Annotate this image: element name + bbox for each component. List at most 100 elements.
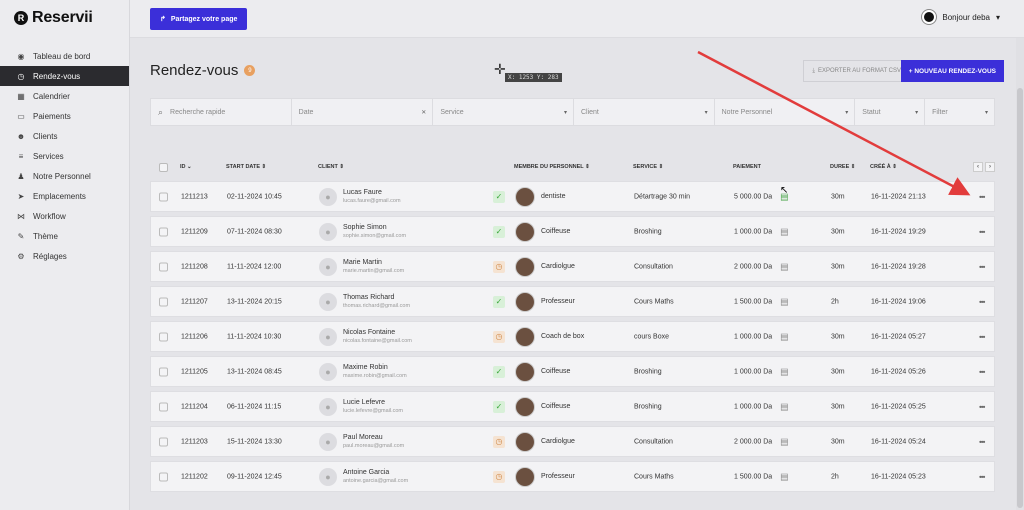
sidebar-item-tableau-de-bord[interactable]: ◉ Tableau de bord xyxy=(0,46,129,66)
row-checkbox[interactable] xyxy=(159,437,168,446)
date-filter[interactable]: Date ✕ xyxy=(292,99,434,125)
cell-client[interactable]: ● Lucas Faure lucas.faure@gmail.com xyxy=(319,187,401,206)
more-options-icon[interactable]: ••• xyxy=(979,367,985,376)
status-confirmed-icon[interactable]: ✓ xyxy=(493,365,505,378)
sidebar-item-notre-personnel[interactable]: ♟ Notre Personnel xyxy=(0,166,129,186)
invoice-icon[interactable]: ▤ xyxy=(780,436,789,447)
sidebar-item-th-me[interactable]: ✎ Thème xyxy=(0,226,129,246)
row-checkbox[interactable] xyxy=(159,472,168,481)
sidebar-item-paiements[interactable]: ▭ Paiements xyxy=(0,106,129,126)
more-options-icon[interactable]: ••• xyxy=(979,472,985,481)
more-options-icon[interactable]: ••• xyxy=(979,192,985,201)
header-start-date[interactable]: START DATE ⇕ xyxy=(226,164,266,170)
cell-staff[interactable]: Professeur xyxy=(515,466,575,487)
sidebar-item-emplacements[interactable]: ➤ Emplacements xyxy=(0,186,129,206)
table-row[interactable]: 1211204 06-11-2024 11:15 ● Lucie Lefevre… xyxy=(150,391,995,422)
search-input[interactable]: ⌕ Recherche rapide xyxy=(151,99,292,125)
cell-staff[interactable]: dentiste xyxy=(515,186,566,207)
mouse-cursor-icon: ↖ xyxy=(780,185,789,196)
table-row[interactable]: 1211202 09-11-2024 12:45 ● Antoine Garci… xyxy=(150,461,995,492)
sidebar-item-calendrier[interactable]: ▦ Calendrier xyxy=(0,86,129,106)
service-filter[interactable]: Service ▾ xyxy=(433,99,574,125)
clear-icon[interactable]: ✕ xyxy=(421,109,426,116)
client-filter[interactable]: Client ▾ xyxy=(574,99,715,125)
header-id[interactable]: ID ⌄ xyxy=(180,164,192,170)
sidebar-item-clients[interactable]: ☻ Clients xyxy=(0,126,129,146)
sidebar-item-services[interactable]: ≡ Services xyxy=(0,146,129,166)
header-created[interactable]: CRÉÉ À ⇕ xyxy=(870,164,897,170)
invoice-icon[interactable]: ▤ xyxy=(780,296,789,307)
status-filter[interactable]: Statut ▾ xyxy=(855,99,926,125)
table-row[interactable]: 1211206 11-11-2024 10:30 ● Nicolas Fonta… xyxy=(150,321,995,352)
status-pending-icon[interactable]: ◷ xyxy=(493,435,505,448)
cell-staff[interactable]: Coach de box xyxy=(515,326,584,347)
more-options-icon[interactable]: ••• xyxy=(979,227,985,236)
table-row[interactable]: 1211207 13-11-2024 20:15 ● Thomas Richar… xyxy=(150,286,995,317)
invoice-icon[interactable]: ▤ xyxy=(780,226,789,237)
row-checkbox[interactable] xyxy=(159,192,168,201)
row-checkbox[interactable] xyxy=(159,402,168,411)
sidebar-item-workflow[interactable]: ⋈ Workflow xyxy=(0,206,129,226)
header-staff[interactable]: MEMBRE DU PERSONNEL ⇕ xyxy=(514,164,590,170)
cell-staff[interactable]: Coiffeuse xyxy=(515,221,570,242)
row-checkbox[interactable] xyxy=(159,297,168,306)
status-pending-icon[interactable]: ◷ xyxy=(493,260,505,273)
cell-staff[interactable]: Cardiolgue xyxy=(515,256,575,277)
cell-staff[interactable]: Cardiolgue xyxy=(515,431,575,452)
more-options-icon[interactable]: ••• xyxy=(979,332,985,341)
cell-client[interactable]: ● Sophie Simon sophie.simon@gmail.com xyxy=(319,222,406,241)
cell-client[interactable]: ● Paul Moreau paul.moreau@gmail.com xyxy=(319,432,404,451)
cell-client[interactable]: ● Thomas Richard thomas.richard@gmail.co… xyxy=(319,292,410,311)
invoice-icon[interactable]: ▤ xyxy=(780,366,789,377)
scrollbar[interactable] xyxy=(1016,38,1024,510)
row-checkbox[interactable] xyxy=(159,332,168,341)
row-checkbox[interactable] xyxy=(159,227,168,236)
cell-staff[interactable]: Coiffeuse xyxy=(515,396,570,417)
staff-filter[interactable]: Notre Personnel ▾ xyxy=(715,99,856,125)
logo[interactable]: R Reservii xyxy=(0,0,129,36)
cell-client[interactable]: ● Marie Martin marie.martin@gmail.com xyxy=(319,257,404,276)
sidebar-item-r-glages[interactable]: ⚙ Réglages xyxy=(0,246,129,266)
export-csv-button[interactable]: ⤓ EXPORTER AU FORMAT CSV xyxy=(803,60,910,82)
sidebar-item-rendez-vous[interactable]: ◷ Rendez-vous xyxy=(0,66,129,86)
user-menu[interactable]: Bonjour deba ▾ xyxy=(922,10,1000,24)
status-confirmed-icon[interactable]: ✓ xyxy=(493,225,505,238)
invoice-icon[interactable]: ▤ xyxy=(780,331,789,342)
table-row[interactable]: 1211209 07-11-2024 08:30 ● Sophie Simon … xyxy=(150,216,995,247)
invoice-icon[interactable]: ▤ xyxy=(780,401,789,412)
more-options-icon[interactable]: ••• xyxy=(979,262,985,271)
status-pending-icon[interactable]: ◷ xyxy=(493,470,505,483)
cell-staff[interactable]: Coiffeuse xyxy=(515,361,570,382)
more-options-icon[interactable]: ••• xyxy=(979,437,985,446)
cell-staff[interactable]: Professeur xyxy=(515,291,575,312)
chevron-right-icon[interactable]: › xyxy=(985,162,995,172)
status-confirmed-icon[interactable]: ✓ xyxy=(493,295,505,308)
invoice-icon[interactable]: ▤ xyxy=(780,261,789,272)
cell-client[interactable]: ● Nicolas Fontaine nicolas.fontaine@gmai… xyxy=(319,327,412,346)
share-page-button[interactable]: ↱ Partagez votre page xyxy=(150,8,248,30)
invoice-icon[interactable]: ▤ xyxy=(780,471,789,482)
payment-amount: 2 000.00 Da xyxy=(734,263,773,270)
row-checkbox[interactable] xyxy=(159,262,168,271)
header-client[interactable]: CLIENT ⇕ xyxy=(318,164,344,170)
table-row[interactable]: 1211213 02-11-2024 10:45 ● Lucas Faure l… xyxy=(150,181,995,212)
table-row[interactable]: 1211208 11-11-2024 12:00 ● Marie Martin … xyxy=(150,251,995,282)
status-confirmed-icon[interactable]: ✓ xyxy=(493,400,505,413)
table-row[interactable]: 1211203 15-11-2024 13:30 ● Paul Moreau p… xyxy=(150,426,995,457)
table-row[interactable]: 1211205 13-11-2024 08:45 ● Maxime Robin … xyxy=(150,356,995,387)
new-appointment-button[interactable]: + NOUVEAU RENDEZ-VOUS xyxy=(900,60,1004,82)
more-options-icon[interactable]: ••• xyxy=(979,297,985,306)
row-checkbox[interactable] xyxy=(159,367,168,376)
cell-client[interactable]: ● Lucie Lefevre lucie.lefevre@gmail.com xyxy=(319,397,403,416)
more-options-icon[interactable]: ••• xyxy=(979,402,985,411)
header-service[interactable]: SERVICE ⇕ xyxy=(633,164,663,170)
status-pending-icon[interactable]: ◷ xyxy=(493,330,505,343)
scrollbar-thumb[interactable] xyxy=(1017,88,1023,508)
header-duration[interactable]: DUREE ⇕ xyxy=(830,164,855,170)
chevron-left-icon[interactable]: ‹ xyxy=(973,162,983,172)
cell-client[interactable]: ● Antoine Garcia antoine.garcia@gmail.co… xyxy=(319,467,408,486)
status-confirmed-icon[interactable]: ✓ xyxy=(493,190,505,203)
cell-client[interactable]: ● Maxime Robin maxime.robin@gmail.com xyxy=(319,362,407,381)
select-all-checkbox[interactable] xyxy=(159,162,168,172)
generic-filter[interactable]: Filter ▾ xyxy=(925,99,994,125)
